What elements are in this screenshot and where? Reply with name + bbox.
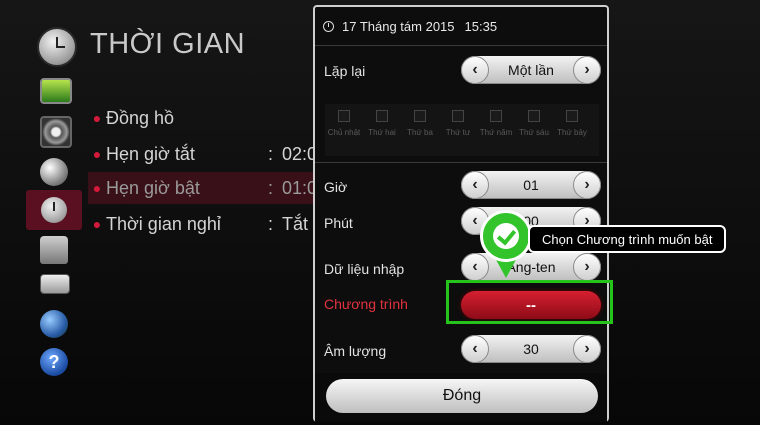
input-next-button[interactable]: › — [573, 253, 601, 281]
support-icon[interactable]: ? — [40, 348, 68, 376]
day-checkbox-monday[interactable]: Thứ hai — [365, 110, 399, 137]
day-checkbox-saturday[interactable]: Thứ bảy — [555, 110, 589, 137]
network-icon[interactable] — [40, 310, 68, 338]
picture-icon[interactable] — [40, 78, 72, 104]
dialog-header: 17 Tháng tám 2015 15:35 — [315, 7, 607, 45]
repeat-label: Lặp lại — [324, 63, 366, 79]
menu-item-clock[interactable]: ● Đồng hồ — [88, 102, 328, 134]
volume-value: 30 — [523, 341, 539, 357]
divider — [315, 162, 607, 163]
hour-label: Giờ — [324, 179, 348, 195]
input-selector: ‹ Ăng-ten › — [461, 253, 601, 281]
weekday-selector: Chủ nhật Thứ hai Thứ ba Thứ tư Thứ năm T… — [325, 104, 599, 156]
input-label: Dữ liệu nhập — [324, 261, 405, 277]
lock-icon[interactable] — [40, 236, 68, 264]
pin-marker — [480, 210, 532, 262]
day-checkbox-friday[interactable]: Thứ sáu — [517, 110, 551, 137]
input-prev-button[interactable]: ‹ — [461, 253, 489, 281]
header-time: 15:35 — [464, 18, 498, 34]
volume-selector: ‹ 30 › — [461, 335, 601, 363]
menu-item-sleep-timer[interactable]: ● Thời gian nghỉ : Tắt — [88, 208, 328, 240]
page-title: THỜI GIAN — [90, 28, 246, 60]
volume-next-button[interactable]: › — [573, 335, 601, 363]
on-timer-dialog: 17 Tháng tám 2015 15:35 Lặp lại ‹ Một lầ… — [313, 5, 609, 422]
day-checkbox-wednesday[interactable]: Thứ tư — [441, 110, 475, 137]
menu-item-value: 01:0 — [282, 177, 318, 198]
hour-selector: ‹ 01 › — [461, 171, 601, 199]
program-highlight-box — [446, 280, 613, 324]
day-checkbox-tuesday[interactable]: Thứ ba — [403, 110, 437, 137]
menu-item-value: 02:0 — [282, 143, 318, 164]
sound-icon[interactable] — [40, 116, 72, 148]
volume-label: Âm lượng — [324, 343, 387, 359]
close-button[interactable]: Đóng — [326, 379, 598, 413]
hour-prev-button[interactable]: ‹ — [461, 171, 489, 199]
volume-prev-button[interactable]: ‹ — [461, 335, 489, 363]
hour-value: 01 — [523, 177, 539, 193]
day-checkbox-thursday[interactable]: Thứ năm — [479, 110, 513, 137]
bullet-icon: ● — [92, 180, 102, 196]
repeat-selector: ‹ Một lần › — [461, 56, 601, 84]
menu-item-off-timer[interactable]: ● Hẹn giờ tắt : 02:0 — [88, 138, 328, 170]
bullet-icon: ● — [92, 216, 102, 232]
channel-icon[interactable] — [40, 158, 68, 186]
hour-next-button[interactable]: › — [573, 171, 601, 199]
clock-icon — [37, 27, 77, 67]
repeat-prev-button[interactable]: ‹ — [461, 56, 489, 84]
repeat-value: Một lần — [508, 62, 554, 78]
divider — [315, 45, 607, 46]
minute-label: Phút — [324, 215, 353, 231]
bullet-icon: ● — [92, 110, 102, 126]
program-label: Chương trình — [324, 296, 408, 312]
bullet-icon: ● — [92, 146, 102, 162]
time-icon[interactable] — [26, 190, 82, 230]
option-icon[interactable] — [40, 274, 70, 294]
clock-small-icon — [323, 20, 334, 32]
header-date: 17 Tháng tám 2015 — [342, 18, 455, 34]
menu-item-on-timer[interactable]: ● Hẹn giờ bật : 01:0 — [88, 172, 328, 204]
repeat-next-button[interactable]: › — [573, 56, 601, 84]
annotation-callout: Chọn Chương trình muốn bật — [528, 225, 727, 253]
menu-item-value: Tắt — [282, 213, 309, 234]
day-checkbox-sunday[interactable]: Chủ nhật — [327, 110, 361, 137]
checkmark-icon — [493, 223, 519, 249]
